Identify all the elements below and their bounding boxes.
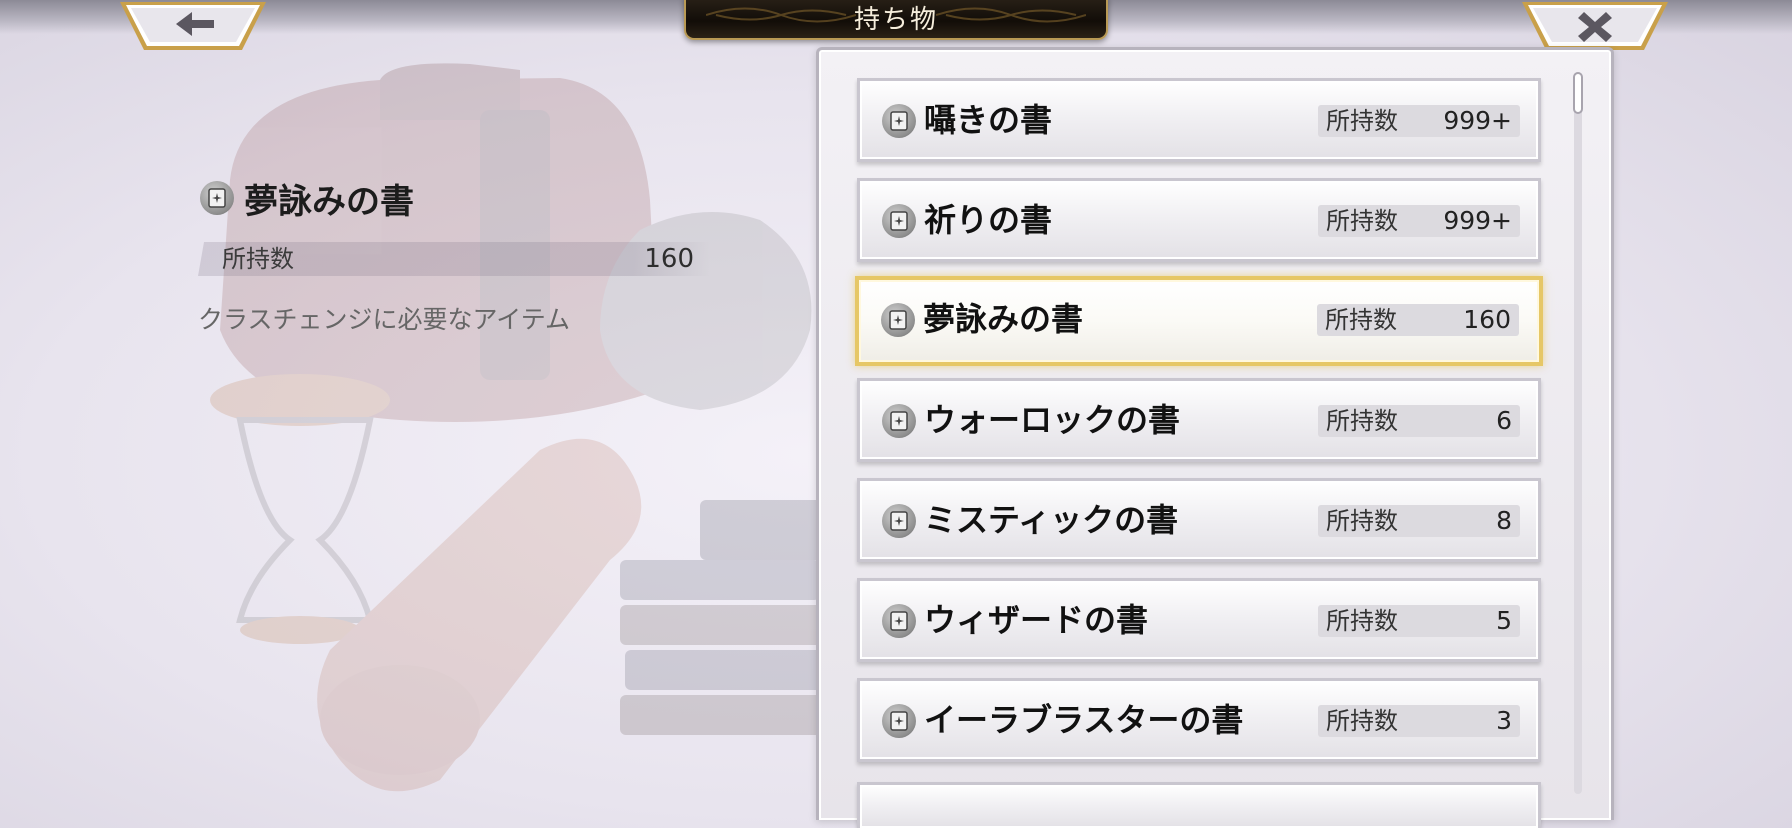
- detail-description: クラスチェンジに必要なアイテム: [198, 305, 571, 334]
- item-name: ウォーロックの書: [924, 401, 1181, 439]
- detail-item-name: 夢詠みの書: [244, 181, 414, 222]
- item-name: 囁きの書: [924, 101, 1053, 139]
- list-item[interactable]: ウィザードの書 所持数 5: [857, 578, 1541, 662]
- list-item[interactable]: 祈りの書 所持数 999+: [857, 178, 1541, 262]
- list-item[interactable]: ウォーロックの書 所持数 6: [857, 378, 1541, 462]
- scrollbar-track[interactable]: [1574, 72, 1582, 794]
- item-qty-box: 所持数 999+: [1318, 205, 1520, 237]
- title-ornament-right: [936, 7, 1086, 23]
- book-icon: [881, 303, 915, 337]
- book-icon: [882, 204, 916, 238]
- list-item[interactable]: 囁きの書 所持数 999+: [857, 78, 1541, 162]
- item-qty-label: 所持数: [1326, 407, 1398, 435]
- scrollbar-thumb[interactable]: [1573, 72, 1583, 114]
- item-qty-value: 6: [1496, 406, 1512, 435]
- item-qty-value: 999+: [1443, 206, 1512, 235]
- detail-header: 夢詠みの書: [200, 176, 414, 222]
- close-icon: [1578, 12, 1612, 42]
- item-qty-value: 8: [1496, 506, 1512, 535]
- item-name: ウィザードの書: [924, 601, 1149, 639]
- page-title: 持ち物: [853, 4, 938, 35]
- item-qty-label: 所持数: [1326, 107, 1398, 135]
- book-icon: [200, 181, 234, 215]
- item-qty-box: 所持数 3: [1318, 705, 1520, 737]
- book-icon: [882, 604, 916, 638]
- list-item[interactable]: イーラブラスターの書 所持数 3: [857, 678, 1541, 762]
- item-qty-box: 所持数 999+: [1318, 105, 1520, 137]
- item-qty-box: 所持数 160: [1317, 304, 1519, 336]
- item-qty-box: 所持数 6: [1318, 405, 1520, 437]
- back-button[interactable]: [118, 0, 268, 52]
- book-icon: [882, 404, 916, 438]
- item-name: 祈りの書: [924, 201, 1053, 239]
- item-qty-value: 3: [1496, 706, 1512, 735]
- book-icon: [882, 504, 916, 538]
- item-qty-value: 5: [1496, 606, 1512, 635]
- title-ornament-left: [706, 7, 856, 23]
- book-icon: [882, 104, 916, 138]
- list-item[interactable]: ミスティックの書 所持数 8: [857, 478, 1541, 562]
- item-qty-value: 160: [1463, 305, 1511, 334]
- detail-qty-value: 160: [644, 244, 694, 274]
- arrow-left-icon: [176, 12, 214, 36]
- item-name: 夢詠みの書: [923, 300, 1084, 338]
- item-name: ミスティックの書: [924, 501, 1179, 539]
- list-item-partial[interactable]: [857, 782, 1541, 828]
- list-item-selected[interactable]: 夢詠みの書 所持数 160: [855, 276, 1543, 366]
- close-button[interactable]: [1520, 0, 1670, 52]
- item-qty-label: 所持数: [1326, 207, 1398, 235]
- item-qty-value: 999+: [1443, 106, 1512, 135]
- title-plate: 持ち物: [684, 0, 1108, 40]
- item-qty-box: 所持数 5: [1318, 605, 1520, 637]
- item-name: イーラブラスターの書: [924, 701, 1244, 739]
- item-qty-label: 所持数: [1325, 306, 1397, 334]
- item-qty-label: 所持数: [1326, 707, 1398, 735]
- detail-qty-label: 所持数: [222, 245, 294, 273]
- item-qty-box: 所持数 8: [1318, 505, 1520, 537]
- item-qty-label: 所持数: [1326, 507, 1398, 535]
- item-qty-label: 所持数: [1326, 607, 1398, 635]
- book-icon: [882, 704, 916, 738]
